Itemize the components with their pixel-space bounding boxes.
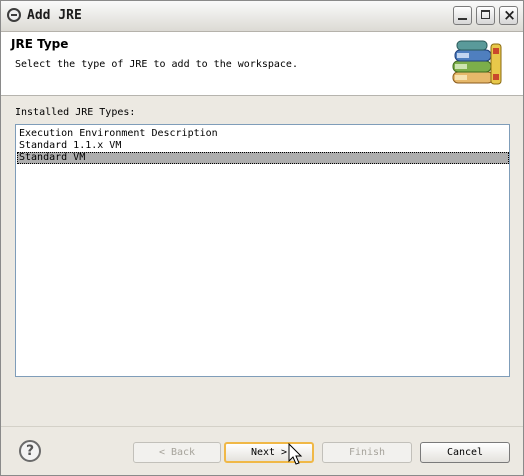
list-item-execution-environment-description[interactable]: Execution Environment Description (17, 128, 509, 140)
close-button[interactable]: × (499, 6, 518, 25)
add-jre-dialog: Add JRE × JRE Type Select the type of JR… (0, 0, 524, 476)
help-icon[interactable]: ? (19, 440, 41, 462)
finish-button[interactable]: Finish (322, 442, 412, 463)
mouse-pointer-icon (288, 443, 303, 465)
maximize-button[interactable] (476, 6, 495, 25)
close-icon: × (503, 6, 516, 24)
list-item-standard-vm[interactable]: Standard VM (17, 152, 509, 164)
title-bar[interactable]: Add JRE × (1, 1, 523, 32)
minimize-icon (458, 18, 467, 20)
eclipse-icon (7, 8, 21, 22)
page-title: JRE Type (11, 37, 69, 51)
page-description: Select the type of JRE to add to the wor… (15, 59, 298, 70)
jre-types-list[interactable]: Execution Environment Description Standa… (15, 124, 510, 377)
window-title: Add JRE (27, 8, 82, 23)
button-bar-separator (1, 426, 523, 427)
minimize-button[interactable] (453, 6, 472, 25)
cancel-button[interactable]: Cancel (420, 442, 510, 463)
books-icon (452, 40, 502, 85)
maximize-icon (481, 10, 490, 19)
installed-jre-types-label: Installed JRE Types: (15, 107, 136, 118)
wizard-header: JRE Type Select the type of JRE to add t… (1, 32, 523, 96)
back-button[interactable]: < Back (133, 442, 221, 463)
list-item-standard-1-1-x-vm[interactable]: Standard 1.1.x VM (17, 140, 509, 152)
